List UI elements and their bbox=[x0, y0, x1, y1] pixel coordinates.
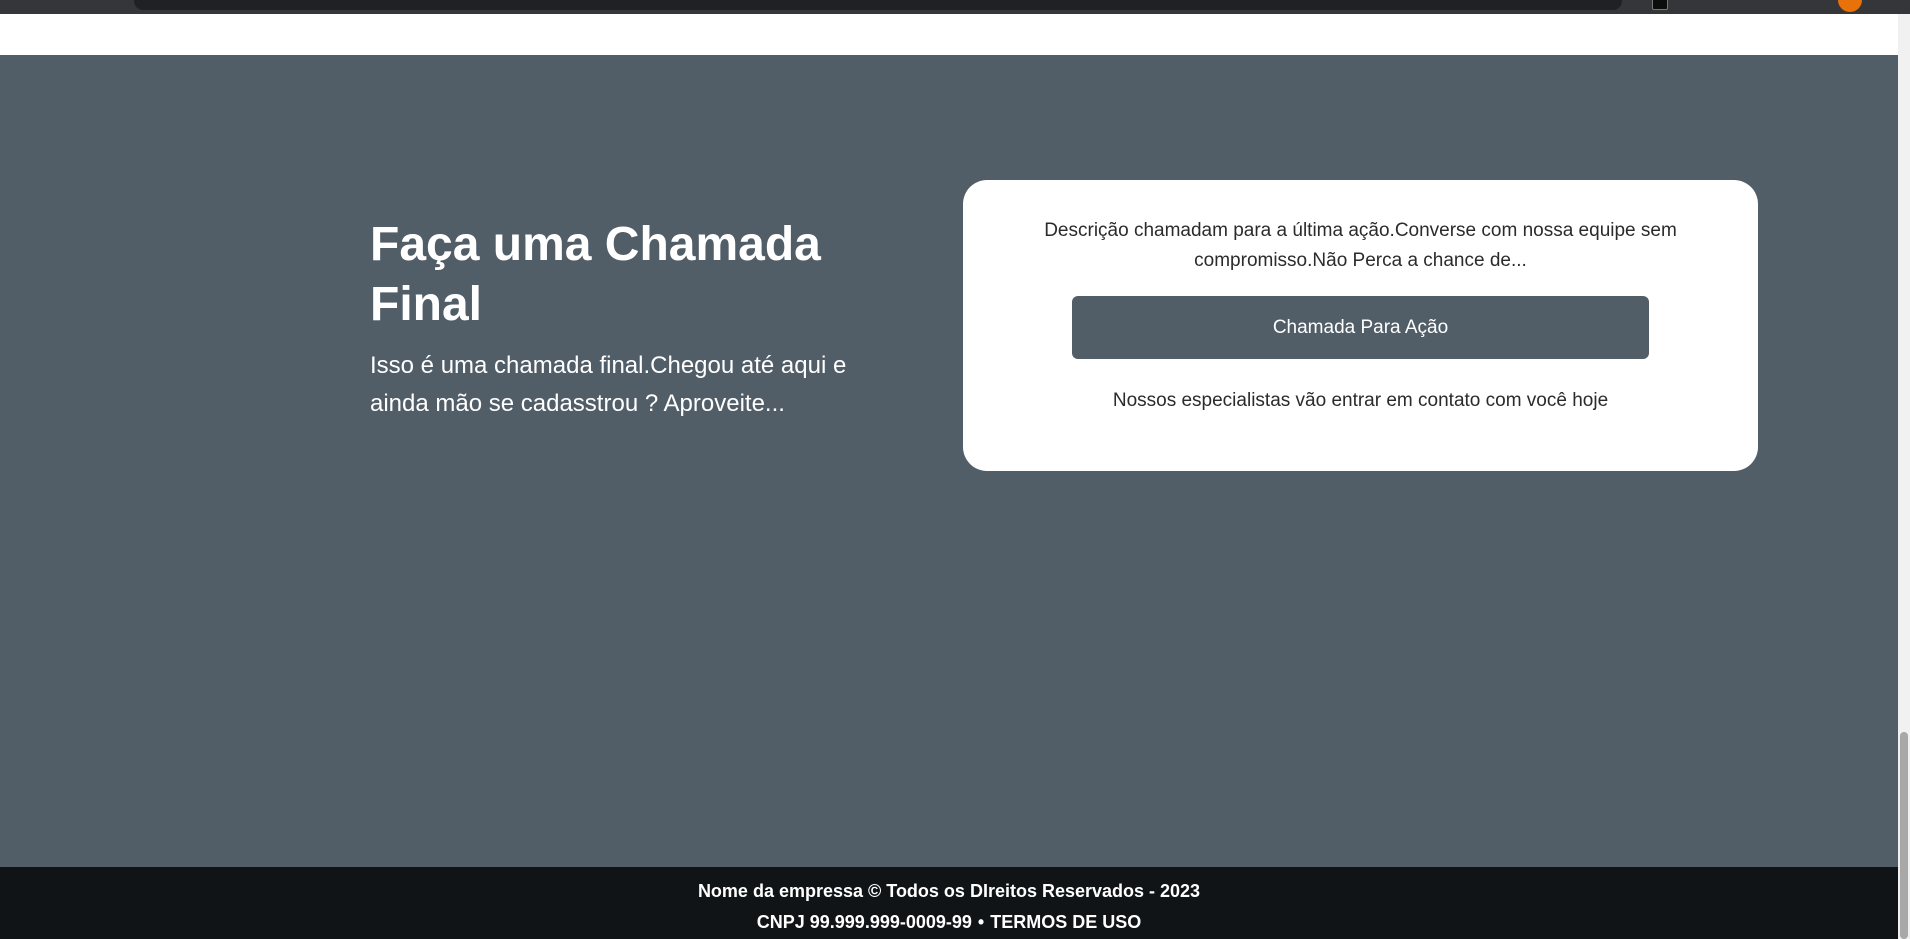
call-to-action-button[interactable]: Chamada Para Ação bbox=[1072, 296, 1649, 359]
terms-of-use-link[interactable]: TERMOS DE USO bbox=[990, 912, 1141, 932]
header-spacer bbox=[0, 14, 1898, 55]
page-scrollbar[interactable] bbox=[1898, 14, 1910, 939]
cta-card-description: Descrição chamadam para a última ação.Co… bbox=[1044, 220, 1677, 271]
cta-card: Descrição chamadam para a última ação.Co… bbox=[963, 180, 1758, 471]
cta-card-note: Nossos especialistas vão entrar em conta… bbox=[1112, 390, 1609, 411]
page: Faça uma Chamada Final Isso é uma chamad… bbox=[0, 0, 1910, 939]
extension-icon[interactable] bbox=[1652, 0, 1668, 10]
cta-section: Faça uma Chamada Final Isso é uma chamad… bbox=[0, 55, 1898, 867]
cta-text-block: Faça uma Chamada Final Isso é uma chamad… bbox=[370, 215, 890, 423]
address-bar[interactable] bbox=[134, 0, 1622, 10]
avatar-icon[interactable] bbox=[1838, 0, 1862, 12]
footer-cnpj: CNPJ 99.999.999-0009-99 bbox=[756, 912, 972, 932]
footer-separator: • bbox=[977, 912, 985, 932]
browser-toolbar bbox=[0, 0, 1910, 14]
footer-copyright: Nome da empressa © Todos os DIreitos Res… bbox=[697, 881, 1201, 901]
cta-title: Faça uma Chamada Final bbox=[370, 218, 821, 331]
footer-legal-line: CNPJ 99.999.999-0009-99 • TERMOS DE USO bbox=[0, 911, 1898, 933]
scrollbar-thumb[interactable] bbox=[1900, 732, 1908, 939]
cta-subtitle: Isso é uma chamada final.Chegou até aqui… bbox=[370, 352, 847, 417]
footer: Nome da empressa © Todos os DIreitos Res… bbox=[0, 867, 1898, 939]
